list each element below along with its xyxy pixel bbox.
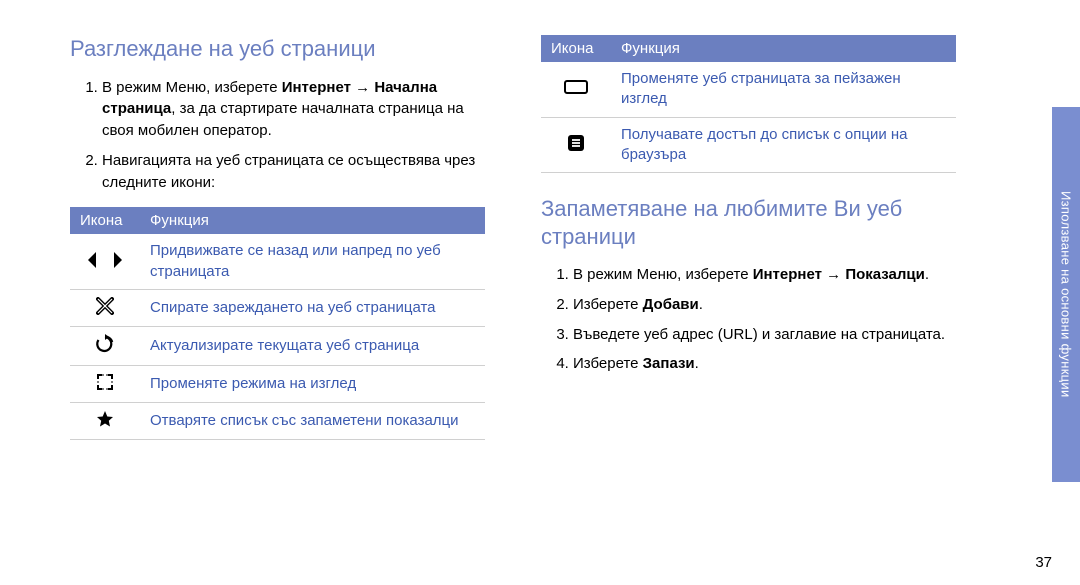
th-icon: Икона [541,35,611,62]
browse-step-1: В режим Меню, изберете Интернет → Началн… [102,77,485,142]
view-expand-icon [96,373,114,391]
table-row: Променяте уеб страницата за пейзажен изг… [541,62,956,117]
bookmark-steps: В режим Меню, изберете Интернет → Показа… [541,264,956,375]
bookmark-step-4: Изберете Запази. [573,353,956,375]
table-row: Отваряте списък със запаметени показалци [70,402,485,439]
fn-text: Актуализирате текущата уеб страница [140,326,485,365]
list-menu-icon [566,133,586,153]
bookmark-step-3: Въведете уеб адрес (URL) и заглавие на с… [573,324,956,346]
th-func: Функция [611,35,956,62]
fn-text: Спирате зареждането на уеб страницата [140,289,485,326]
th-func: Функция [140,207,485,234]
fn-text: Променяте режима на изглед [140,365,485,402]
table-row: Придвижвате се назад или напред по уеб с… [70,234,485,289]
bookmark-step-1: В режим Меню, изберете Интернет → Показа… [573,264,956,286]
heading-browse: Разглеждане на уеб страници [70,35,485,63]
stop-x-icon [96,297,114,315]
page-content: Разглеждане на уеб страници В режим Меню… [0,0,1080,440]
table-row: Променяте режима на изглед [70,365,485,402]
fn-text: Получавате достъп до списък с опции на б… [611,117,956,173]
right-column: Икона Функция [541,35,956,440]
landscape-icon [564,78,588,96]
left-column: Разглеждане на уеб страници В режим Меню… [70,35,485,440]
fn-text: Придвижвате се назад или напред по уеб с… [140,234,485,289]
nav-arrows-icon [88,252,122,268]
table-row: Получавате достъп до списък с опции на б… [541,117,956,173]
fn-text: Променяте уеб страницата за пейзажен изг… [611,62,956,117]
icon-table-left: Икона Функция Придвижвате се назад и [70,207,485,440]
fn-text: Отваряте списък със запаметени показалци [140,402,485,439]
bookmark-step-2: Изберете Добави. [573,294,956,316]
browse-steps: В режим Меню, изберете Интернет → Началн… [70,77,485,194]
icon-table-right: Икона Функция [541,35,956,173]
page-number: 37 [1035,554,1052,571]
th-icon: Икона [70,207,140,234]
star-icon [96,410,114,428]
browse-step-2: Навигацията на уеб страницата се осъщест… [102,150,485,194]
table-row: Спирате зареждането на уеб страницата [70,289,485,326]
table-row: Актуализирате текущата уеб страница [70,326,485,365]
side-tab: Използване на основни функции [1052,107,1080,482]
heading-bookmark: Запаметяване на любимите Ви уеб страници [541,195,956,250]
refresh-icon [95,334,115,354]
